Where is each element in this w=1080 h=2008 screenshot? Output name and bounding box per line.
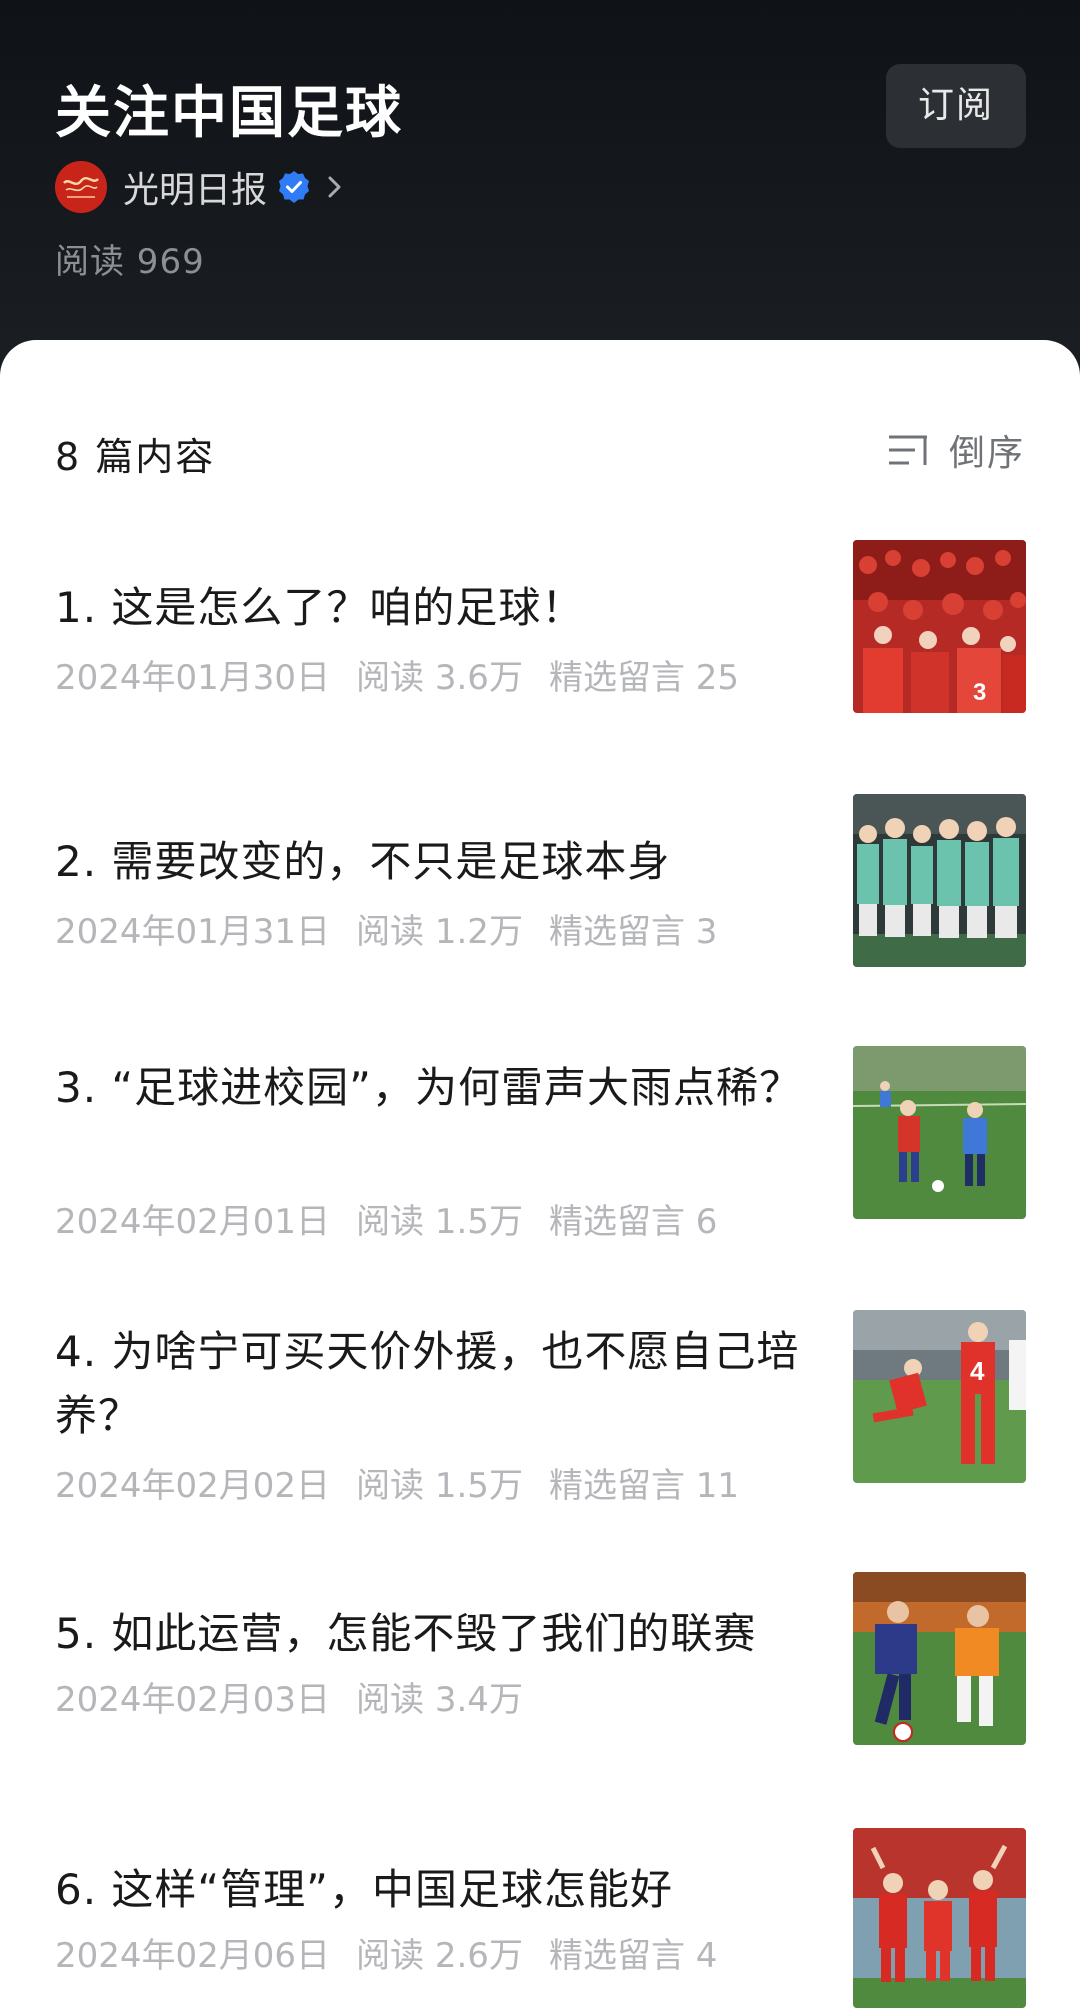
article-date: 2024年02月02日: [55, 1466, 331, 1506]
author-link[interactable]: 光明日报: [55, 160, 345, 214]
article-meta: 2024年02月03日 阅读 3.4万: [55, 1672, 575, 1721]
article-title: 5. 如此运营，怎能不毁了我们的联赛: [55, 1609, 757, 1658]
article-title: 3. “足球进校园”，为何雷声大雨点稀？: [55, 1063, 802, 1112]
author-avatar: [55, 161, 107, 213]
article-date: 2024年01月30日: [55, 658, 331, 698]
article-date: 2024年02月06日: [55, 1936, 331, 1976]
article-reads: 阅读 2.6万: [356, 1936, 523, 1976]
article-comments: 精选留言 4: [548, 1936, 718, 1976]
article-title: 2. 需要改变的，不只是足球本身: [55, 837, 671, 886]
article-thumbnail-school-football: [853, 1046, 1026, 1219]
collection-header: 关注中国足球 订阅 光明日报 阅读 969: [0, 0, 1080, 380]
article-date: 2024年02月01日: [55, 1202, 331, 1242]
article-comments: 精选留言 11: [548, 1466, 740, 1506]
article-item[interactable]: 3. “足球进校园”，为何雷声大雨点稀？ 2024年02月01日 阅读 1.5万精…: [0, 1046, 1080, 1286]
article-reads: 阅读 1.5万: [356, 1466, 523, 1506]
article-reads: 阅读 1.5万: [356, 1202, 523, 1242]
article-thumbnail-duel: [853, 1572, 1026, 1745]
article-reads: 阅读 3.4万: [356, 1680, 523, 1720]
article-meta: 2024年01月30日 阅读 3.6万 精选留言 25: [55, 650, 765, 699]
avatar-logo-icon: [55, 161, 107, 213]
article-item[interactable]: 4. 为啥宁可买天价外援，也不愿自己培养？ 2024年02月02日 阅读 1.5万…: [0, 1310, 1080, 1550]
sort-label: 倒序: [948, 433, 1025, 474]
article-date: 2024年01月31日: [55, 912, 331, 952]
sort-order-button[interactable]: 倒序: [887, 424, 1025, 476]
article-list-sheet: 8 篇内容 倒序 1. 这是怎么了？咱的足球！ 2024年01月30日 阅读 3.…: [0, 340, 1080, 2008]
article-comments: 精选留言 6: [548, 1202, 718, 1242]
article-title: 4. 为啥宁可买天价外援，也不愿自己培养？: [55, 1327, 800, 1440]
article-title: 1. 这是怎么了？咱的足球！: [55, 583, 585, 632]
article-title: 6. 这样“管理”，中国足球怎能好: [55, 1865, 673, 1914]
collection-read-count: 阅读 969: [55, 242, 205, 282]
article-item[interactable]: 6. 这样“管理”，中国足球怎能好 2024年02月06日 阅读 2.6万 精选留言…: [0, 1828, 1080, 2008]
chevron-right-icon: [328, 176, 341, 198]
article-thumbnail-match: 4: [853, 1310, 1026, 1483]
subscribe-button[interactable]: 订阅: [886, 64, 1026, 148]
article-reads: 阅读 1.2万: [356, 912, 523, 952]
article-thumbnail-crowd: 3: [853, 540, 1026, 713]
article-comments: 精选留言 3: [548, 912, 718, 952]
article-comments: 精选留言 25: [548, 658, 740, 698]
article-meta: 2024年02月06日 阅读 2.6万 精选留言 4: [55, 1928, 743, 1977]
article-date: 2024年02月03日: [55, 1680, 331, 1720]
article-item[interactable]: 2. 需要改变的，不只是足球本身 2024年01月31日 阅读 1.2万 精选留言 …: [0, 794, 1080, 994]
author-name: 光明日报: [123, 170, 268, 211]
article-reads: 阅读 3.6万: [356, 658, 523, 698]
article-thumbnail-celebration: [853, 1828, 1026, 2008]
article-item[interactable]: 5. 如此运营，怎能不毁了我们的联赛 2024年02月03日 阅读 3.4万: [0, 1572, 1080, 1772]
svg-text:3: 3: [973, 679, 986, 706]
svg-text:4: 4: [970, 1356, 985, 1386]
verified-badge-icon: [279, 171, 310, 203]
article-meta: 2024年02月01日 阅读 1.5万 精选留言 6: [55, 1194, 743, 1243]
collection-title: 关注中国足球: [55, 81, 403, 146]
sort-icon: [888, 435, 927, 465]
article-item[interactable]: 1. 这是怎么了？咱的足球！ 2024年01月30日 阅读 3.6万 精选留言 25…: [0, 540, 1080, 740]
article-count-label: 8 篇内容: [55, 435, 216, 479]
article-thumbnail-team: [853, 794, 1026, 967]
article-meta: 2024年01月31日 阅读 1.2万 精选留言 3: [55, 904, 743, 953]
article-meta: 2024年02月02日 阅读 1.5万 精选留言 11: [55, 1458, 765, 1507]
